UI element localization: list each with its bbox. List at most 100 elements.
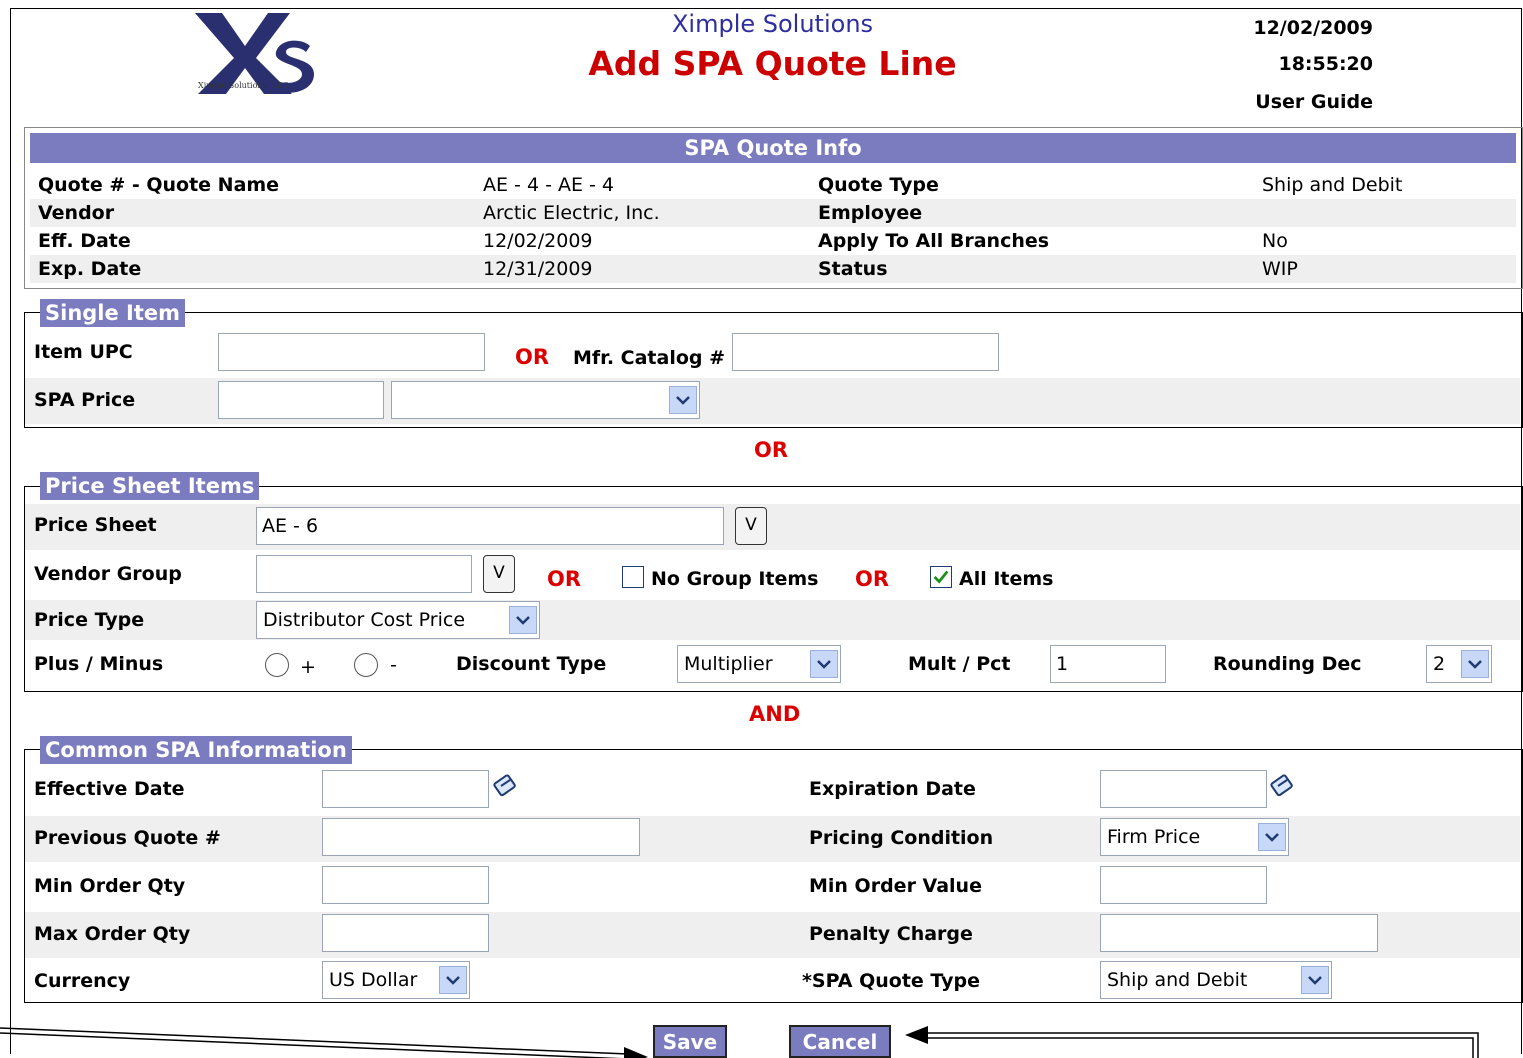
calendar-icon[interactable] [1270, 772, 1296, 798]
all-items-checkbox[interactable] [930, 566, 952, 588]
previous-quote-label: Previous Quote # [34, 827, 221, 849]
rounding-dec-value: 2 [1433, 653, 1446, 675]
chevron-down-icon [509, 606, 537, 634]
max-order-qty-input[interactable] [322, 914, 489, 952]
eff-date-label: Eff. Date [38, 230, 131, 252]
vendor-group-lookup-button[interactable]: V [483, 555, 515, 593]
discount-type-label: Discount Type [456, 653, 607, 675]
header-time: 18:55:20 [1278, 53, 1373, 75]
penalty-charge-input[interactable] [1100, 914, 1378, 952]
quote-type-value: Ship and Debit [1262, 174, 1403, 196]
all-items-label: All Items [959, 568, 1054, 590]
currency-value: US Dollar [329, 969, 418, 991]
apply-branches-value: No [1262, 230, 1288, 252]
mult-pct-label: Mult / Pct [908, 653, 1011, 675]
header-date: 12/02/2009 [1253, 17, 1373, 39]
page-title: Add SPA Quote Line [588, 44, 957, 83]
status-label: Status [818, 258, 888, 280]
previous-quote-input[interactable] [322, 818, 640, 856]
checkmark-icon [933, 570, 949, 584]
discount-type-select[interactable]: Multiplier [677, 645, 841, 683]
chevron-down-icon [810, 650, 838, 678]
and-between-sections: AND [749, 702, 801, 726]
rounding-dec-label: Rounding Dec [1213, 653, 1362, 675]
price-type-label: Price Type [34, 609, 145, 631]
currency-select[interactable]: US Dollar [322, 961, 470, 999]
pricing-condition-select[interactable]: Firm Price [1100, 818, 1289, 856]
status-value: WIP [1262, 258, 1298, 280]
effective-date-label: Effective Date [34, 778, 185, 800]
spa-quote-type-select[interactable]: Ship and Debit [1100, 961, 1332, 999]
plus-radio[interactable] [265, 653, 289, 677]
annotation-arrows [0, 1026, 1479, 1058]
min-order-value-label: Min Order Value [809, 875, 982, 897]
svg-text:Ximple Solutions, LLC: Ximple Solutions, LLC [198, 81, 288, 90]
quote-name-value: AE - 4 - AE - 4 [483, 174, 614, 196]
calendar-icon[interactable] [493, 772, 519, 798]
vendor-group-input[interactable] [256, 555, 472, 593]
plus-radio-label: + [300, 656, 316, 678]
spa-quote-type-value: Ship and Debit [1107, 969, 1248, 991]
expiration-date-input[interactable] [1100, 770, 1267, 808]
user-guide-link[interactable]: User Guide [1255, 91, 1373, 113]
quote-info-heading: SPA Quote Info [30, 133, 1516, 163]
or-between-sections: OR [754, 438, 789, 462]
effective-date-input[interactable] [322, 770, 489, 808]
chevron-down-icon [669, 386, 697, 414]
minus-radio[interactable] [354, 653, 378, 677]
employee-label: Employee [818, 202, 923, 224]
chevron-down-icon [1461, 650, 1489, 678]
item-upc-label: Item UPC [34, 341, 133, 363]
spa-price-label: SPA Price [34, 389, 136, 411]
mfr-catalog-input[interactable] [732, 333, 999, 371]
apply-branches-label: Apply To All Branches [818, 230, 1050, 252]
expiration-date-label: Expiration Date [809, 778, 976, 800]
eff-date-value: 12/02/2009 [483, 230, 593, 252]
vendor-value: Arctic Electric, Inc. [483, 202, 660, 224]
quote-info-panel: SPA Quote Info Quote # - Quote Name AE -… [24, 127, 1523, 289]
spa-price-input[interactable] [218, 381, 384, 419]
price-type-row [25, 600, 1520, 640]
price-type-select[interactable]: Distributor Cost Price [256, 601, 540, 639]
quote-info-row: Eff. Date 12/02/2009 Apply To All Branch… [30, 227, 1516, 255]
exp-date-label: Exp. Date [38, 258, 142, 280]
or-label: OR [547, 567, 582, 591]
min-order-qty-input[interactable] [322, 866, 489, 904]
quote-type-label: Quote Type [818, 174, 939, 196]
vendor-label: Vendor [38, 202, 115, 224]
company-logo: Ximple Solutions, LLC [195, 13, 314, 94]
plus-minus-label: Plus / Minus [34, 653, 164, 675]
item-upc-input[interactable] [218, 333, 485, 371]
max-order-qty-label: Max Order Qty [34, 923, 191, 945]
no-group-items-label: No Group Items [651, 568, 819, 590]
minus-radio-label: - [390, 654, 397, 676]
chevron-down-icon [1258, 823, 1286, 851]
quote-info-row: Exp. Date 12/31/2009 Status WIP [30, 255, 1516, 283]
quote-info-row: Vendor Arctic Electric, Inc. Employee [30, 199, 1516, 227]
price-sheet-lookup-button[interactable]: V [735, 507, 767, 545]
spa-price-unit-select[interactable] [391, 381, 700, 419]
spa-quote-type-label: *SPA Quote Type [802, 970, 981, 992]
mfr-catalog-label: Mfr. Catalog # [573, 347, 726, 369]
currency-label: Currency [34, 970, 131, 992]
chevron-down-icon [439, 966, 467, 994]
min-order-value-input[interactable] [1100, 866, 1267, 904]
no-group-items-checkbox[interactable] [622, 566, 644, 588]
price-sheet-row [25, 504, 1520, 550]
min-order-qty-label: Min Order Qty [34, 875, 186, 897]
quote-name-label: Quote # - Quote Name [38, 174, 280, 196]
price-sheet-input[interactable]: AE - 6 [256, 507, 724, 545]
or-label: OR [515, 345, 550, 369]
discount-type-value: Multiplier [684, 653, 773, 675]
quote-info-row: Quote # - Quote Name AE - 4 - AE - 4 Quo… [30, 171, 1516, 199]
rounding-dec-select[interactable]: 2 [1426, 645, 1492, 683]
price-sheet-label: Price Sheet [34, 514, 157, 536]
previous-quote-row [25, 816, 1520, 862]
single-item-legend: Single Item [40, 299, 186, 327]
mult-pct-input[interactable]: 1 [1050, 645, 1166, 683]
pricing-condition-value: Firm Price [1107, 826, 1201, 848]
pricing-condition-label: Pricing Condition [809, 827, 994, 849]
chevron-down-icon [1301, 966, 1329, 994]
company-name: Ximple Solutions [671, 10, 874, 38]
price-sheet-legend: Price Sheet Items [40, 472, 260, 500]
